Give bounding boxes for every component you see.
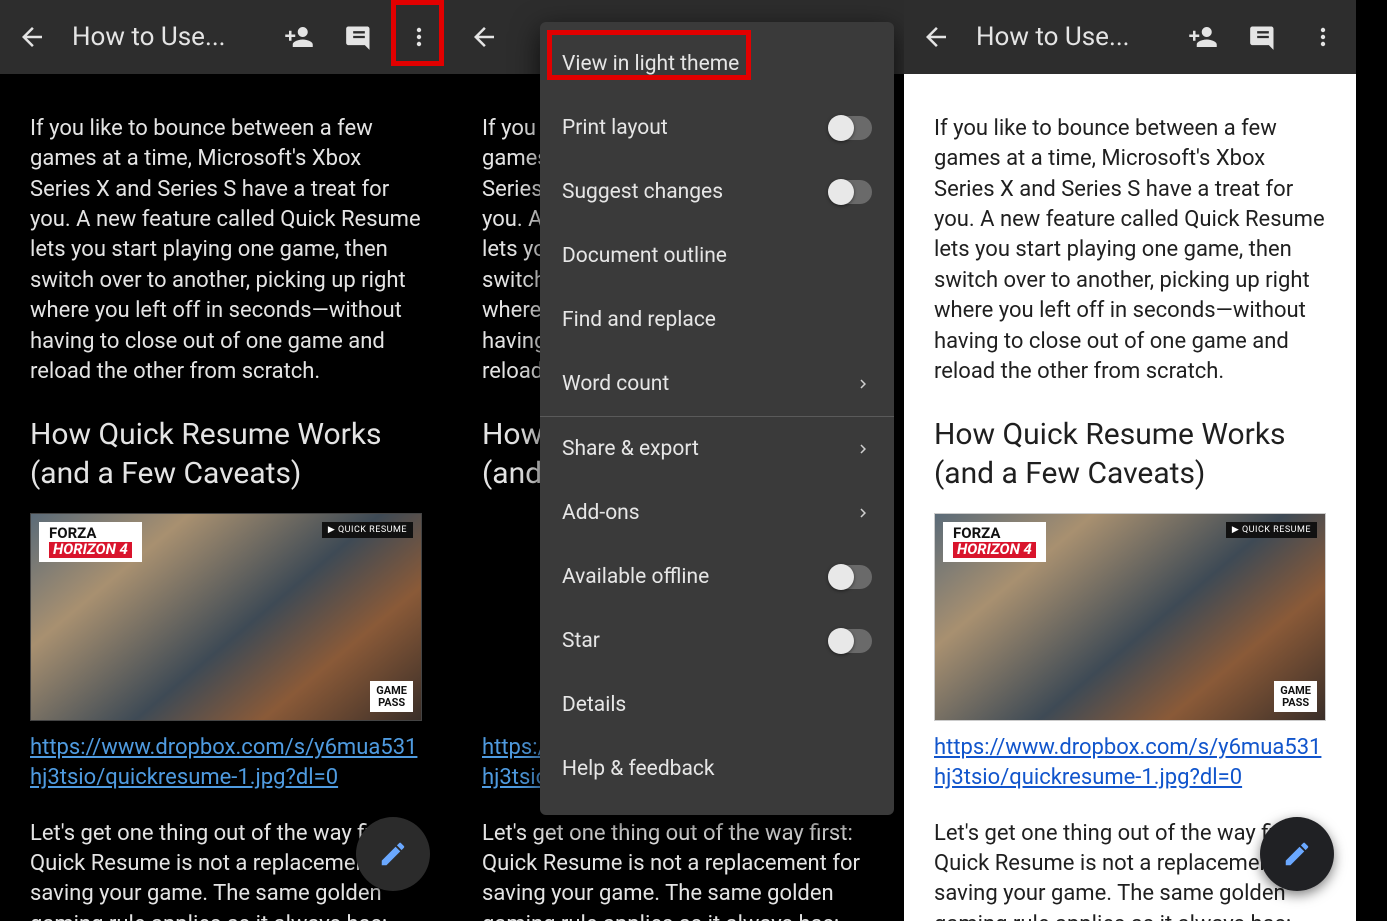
document-title: How to Use... — [976, 22, 1178, 52]
more-vert-icon — [407, 25, 431, 49]
screenshot-menu-open: If you like to bounce between a few game… — [452, 0, 904, 921]
menu-item-label: View in light theme — [562, 52, 739, 76]
back-button[interactable] — [920, 21, 952, 53]
menu-item-suggest-changes[interactable]: Suggest changes — [540, 160, 894, 224]
arrow-left-icon — [921, 22, 951, 52]
document-body: If you like to bounce between a few game… — [904, 74, 1356, 921]
document-title: How to Use... — [72, 22, 274, 52]
embedded-image[interactable]: FORZA HORIZON 4 ▶ QUICK RESUME GAME PASS — [30, 513, 422, 721]
gamepass-badge: GAME PASS — [370, 681, 413, 712]
quick-resume-badge: ▶ QUICK RESUME — [1226, 522, 1317, 538]
gamepass-badge: GAME PASS — [1274, 681, 1317, 712]
menu-item-label: Print layout — [562, 116, 668, 140]
paragraph: If you like to bounce between a few game… — [30, 114, 422, 387]
chevron-right-icon — [854, 375, 872, 393]
toggle-print-layout[interactable] — [828, 116, 872, 140]
menu-item-word-count[interactable]: Word count — [540, 352, 894, 416]
app-bar: How to Use... — [0, 0, 452, 74]
arrow-left-icon — [469, 22, 499, 52]
menu-item-print-layout[interactable]: Print layout — [540, 96, 894, 160]
menu-item-star[interactable]: Star — [540, 609, 894, 673]
menu-item-label: Suggest changes — [562, 180, 723, 204]
app-bar-actions — [282, 20, 436, 54]
chevron-right-icon — [854, 440, 872, 458]
toggle-star[interactable] — [828, 629, 872, 653]
back-button[interactable] — [16, 21, 48, 53]
screenshot-dark-overflow: How to Use... If you like to bounce betw… — [0, 0, 452, 921]
paragraph: Let's get one thing out of the way first… — [482, 819, 874, 921]
menu-item-available-offline[interactable]: Available offline — [540, 545, 894, 609]
more-vert-icon — [1311, 25, 1335, 49]
back-button[interactable] — [468, 21, 500, 53]
overflow-menu: View in light theme Print layout Suggest… — [540, 22, 894, 815]
comment-icon — [1249, 23, 1277, 51]
comments-button[interactable] — [342, 20, 376, 54]
toggle-available-offline[interactable] — [828, 565, 872, 589]
share-add-person-button[interactable] — [1186, 20, 1220, 54]
embedded-image[interactable]: FORZA HORIZON 4 ▶ QUICK RESUME GAME PASS — [934, 513, 1326, 721]
menu-item-label: Word count — [562, 372, 669, 396]
toggle-suggest-changes[interactable] — [828, 180, 872, 204]
menu-item-label: Help & feedback — [562, 757, 715, 781]
section-heading: How Quick Resume Works (and a Few Caveat… — [30, 415, 422, 493]
forza-logo-line2: HORIZON 4 — [953, 542, 1036, 558]
pencil-icon — [378, 839, 408, 869]
menu-item-add-ons[interactable]: Add-ons — [540, 481, 894, 545]
comments-button[interactable] — [1246, 20, 1280, 54]
menu-item-share-export[interactable]: Share & export — [540, 417, 894, 481]
menu-item-label: Document outline — [562, 244, 727, 268]
section-heading: How Quick Resume Works (and a Few Caveat… — [934, 415, 1326, 493]
edit-fab[interactable] — [356, 817, 430, 891]
menu-item-details[interactable]: Details — [540, 673, 894, 737]
overflow-menu-button[interactable] — [402, 20, 436, 54]
comment-icon — [345, 23, 373, 51]
menu-item-label: Star — [562, 629, 600, 653]
paragraph: If you like to bounce between a few game… — [934, 114, 1326, 387]
app-bar: How to Use... — [904, 0, 1356, 74]
menu-item-help-feedback[interactable]: Help & feedback — [540, 737, 894, 801]
menu-item-label: Share & export — [562, 437, 699, 461]
person-add-icon — [1188, 22, 1218, 52]
edit-fab[interactable] — [1260, 817, 1334, 891]
image-source-link[interactable]: https://www.dropbox.com/s/y6mua531hj3tsi… — [30, 733, 422, 792]
menu-item-document-outline[interactable]: Document outline — [540, 224, 894, 288]
document-body: If you like to bounce between a few game… — [0, 74, 452, 921]
share-add-person-button[interactable] — [282, 20, 316, 54]
image-source-link[interactable]: https://www.dropbox.com/s/y6mua531hj3tsi… — [934, 733, 1326, 792]
menu-item-find-replace[interactable]: Find and replace — [540, 288, 894, 352]
menu-item-label: Details — [562, 693, 626, 717]
menu-item-label: Add-ons — [562, 501, 640, 525]
forza-logo-line2: HORIZON 4 — [49, 542, 132, 558]
menu-item-label: Find and replace — [562, 308, 716, 332]
quick-resume-badge: ▶ QUICK RESUME — [322, 522, 413, 538]
arrow-left-icon — [17, 22, 47, 52]
forza-logo: FORZA HORIZON 4 — [943, 522, 1046, 562]
menu-item-label: Available offline — [562, 565, 709, 589]
overflow-menu-button[interactable] — [1306, 20, 1340, 54]
chevron-right-icon — [854, 504, 872, 522]
person-add-icon — [284, 22, 314, 52]
pencil-icon — [1282, 839, 1312, 869]
screenshot-light-theme: How to Use... If you like to bounce betw… — [904, 0, 1356, 921]
menu-item-view-light-theme[interactable]: View in light theme — [540, 32, 894, 96]
forza-logo: FORZA HORIZON 4 — [39, 522, 142, 562]
app-bar-actions — [1186, 20, 1340, 54]
